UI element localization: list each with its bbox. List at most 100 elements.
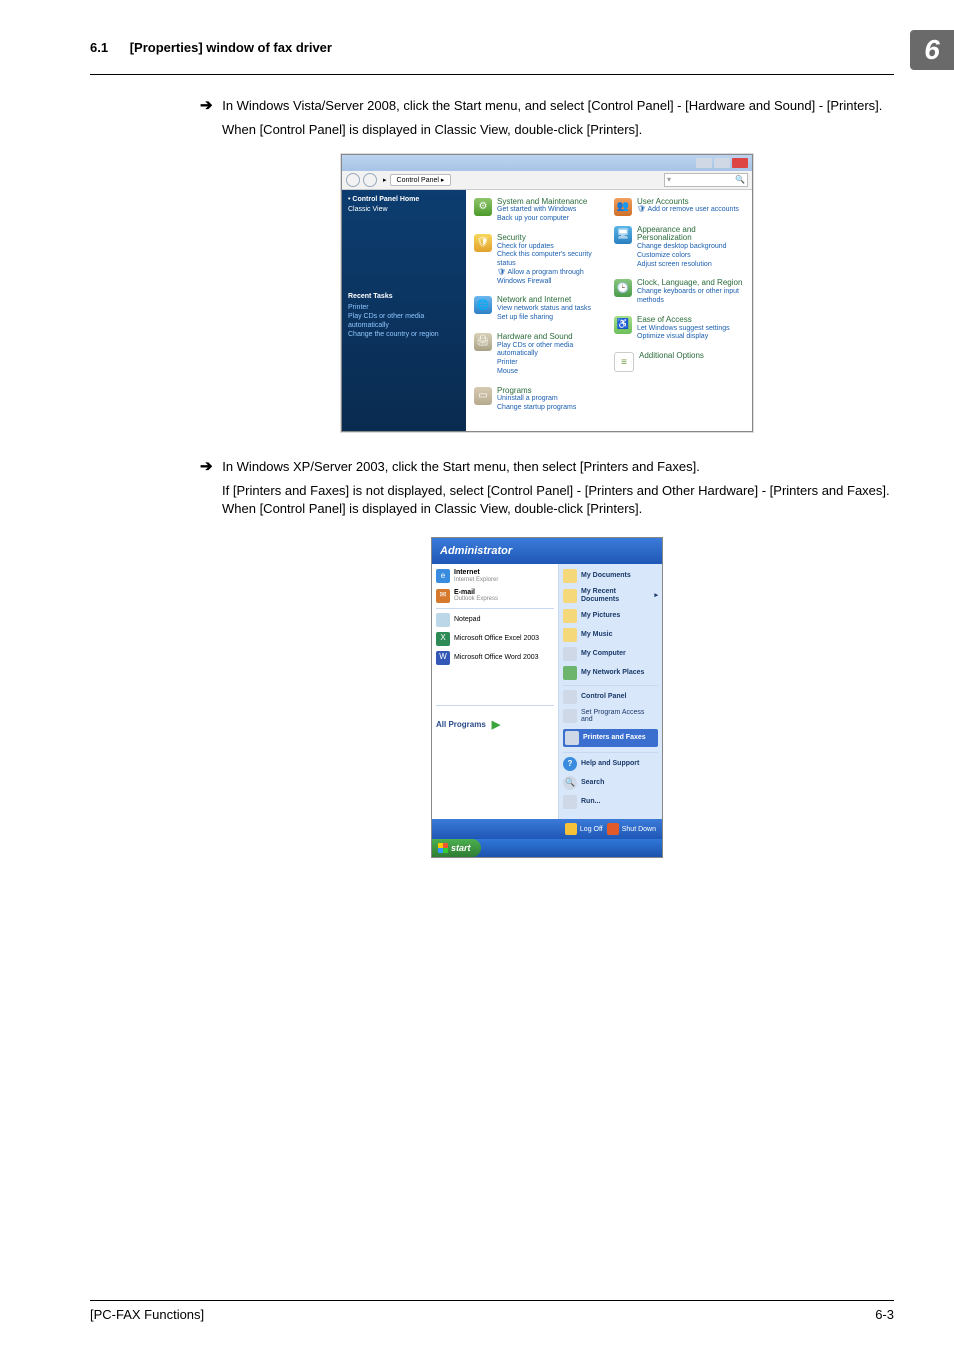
network-icon: [563, 666, 577, 680]
cp-sublink[interactable]: 🛡 Allow a program through Windows Firewa…: [497, 269, 604, 287]
all-programs-item[interactable]: All Programs▶: [436, 718, 554, 731]
sidebar-home[interactable]: • Control Panel Home: [348, 196, 460, 203]
word-icon: W: [436, 651, 450, 665]
spa-item[interactable]: Set Program Access and: [563, 709, 658, 724]
cp-sublink[interactable]: 🛡 Add or remove user accounts: [637, 206, 739, 215]
internet-item[interactable]: e InternetInternet Explorer: [436, 569, 554, 583]
footer-page: 6-3: [875, 1307, 894, 1322]
cp-sublink[interactable]: Change desktop background: [637, 243, 744, 252]
cp-sublink[interactable]: Customize colors: [637, 252, 744, 261]
cp-sublink[interactable]: Play CDs or other media automatically: [497, 342, 604, 360]
my-documents-item[interactable]: My Documents: [563, 569, 658, 583]
maximize-icon[interactable]: [714, 158, 730, 168]
cp-sublink[interactable]: Uninstall a program: [497, 395, 576, 404]
bullet1-sub: When [Control Panel] is displayed in Cla…: [200, 121, 894, 140]
cp-sublink[interactable]: Change startup programs: [497, 404, 576, 413]
shield-icon: 🛡: [474, 234, 492, 252]
programs-icon: ▭: [474, 387, 492, 405]
recent-task-link[interactable]: Printer: [348, 303, 460, 312]
cp-sublink[interactable]: Back up your computer: [497, 215, 587, 224]
cp-sublink[interactable]: Set up file sharing: [497, 314, 591, 323]
appearance-link[interactable]: Appearance and Personalization: [637, 226, 744, 244]
vista-control-panel-window: ▸ Control Panel ▸ ▾ 🔍 • Control Panel Ho…: [341, 154, 753, 432]
printers-faxes-item[interactable]: Printers and Faxes: [563, 729, 658, 747]
search-icon: 🔍: [563, 776, 577, 790]
bullet2-text: In Windows XP/Server 2003, click the Sta…: [222, 459, 700, 474]
control-panel-item[interactable]: Control Panel: [563, 690, 658, 704]
printer-icon: [565, 731, 579, 745]
network-link[interactable]: Network and Internet: [497, 296, 591, 305]
logoff-icon: [565, 823, 577, 835]
minimize-icon[interactable]: [696, 158, 712, 168]
excel-icon: X: [436, 632, 450, 646]
notepad-item[interactable]: Notepad: [436, 613, 554, 627]
computer-icon: [563, 647, 577, 661]
close-icon[interactable]: [732, 158, 748, 168]
folder-icon: [563, 589, 577, 603]
chevron-right-icon: ▶: [492, 718, 500, 731]
cp-sublink[interactable]: View network status and tasks: [497, 305, 591, 314]
clock-icon: 🕒: [614, 279, 632, 297]
recent-task-link[interactable]: Change the country or region: [348, 330, 460, 339]
xp-start-menu: Administrator e InternetInternet Explore…: [431, 537, 663, 858]
additional-icon: ≡: [614, 352, 634, 372]
run-icon: [563, 795, 577, 809]
clock-region-link[interactable]: Clock, Language, and Region: [637, 279, 744, 288]
breadcrumb[interactable]: Control Panel ▸: [390, 174, 452, 186]
cp-sublink[interactable]: Check this computer's security status: [497, 251, 604, 269]
xp-user-header: Administrator: [432, 538, 662, 564]
windows-logo-icon: [438, 843, 448, 853]
sidebar-classic-view[interactable]: Classic View: [348, 206, 460, 213]
cp-sublink[interactable]: Get started with Windows: [497, 206, 587, 215]
system-maintenance-link[interactable]: System and Maintenance: [497, 198, 587, 207]
help-item[interactable]: ?Help and Support: [563, 757, 658, 771]
run-item[interactable]: Run...: [563, 795, 658, 809]
security-link[interactable]: Security: [497, 234, 604, 243]
shutdown-icon: [607, 823, 619, 835]
cp-sublink[interactable]: Mouse: [497, 368, 604, 377]
system-icon: ⚙: [474, 198, 492, 216]
cp-sublink[interactable]: Printer: [497, 359, 604, 368]
my-computer-item[interactable]: My Computer: [563, 647, 658, 661]
section-title: [Properties] window of fax driver: [130, 40, 332, 55]
user-icon: 👥: [614, 198, 632, 216]
arrow-icon: ➔: [200, 458, 213, 475]
footer-left: [PC-FAX Functions]: [90, 1307, 204, 1322]
folder-icon: [563, 609, 577, 623]
search-item[interactable]: 🔍Search: [563, 776, 658, 790]
forward-icon[interactable]: [363, 173, 377, 187]
cp-sublink[interactable]: Change keyboards or other input methods: [637, 288, 744, 306]
arrow-icon: ➔: [200, 97, 213, 114]
notepad-icon: [436, 613, 450, 627]
shutdown-button[interactable]: Shut Down: [607, 823, 656, 835]
logoff-button[interactable]: Log Off: [565, 823, 603, 835]
start-button[interactable]: start: [432, 839, 481, 857]
my-pictures-item[interactable]: My Pictures: [563, 609, 658, 623]
cp-sublink[interactable]: Let Windows suggest settings: [637, 325, 730, 334]
cp-sublink[interactable]: Adjust screen resolution: [637, 261, 744, 270]
my-music-item[interactable]: My Music: [563, 628, 658, 642]
additional-options-link[interactable]: Additional Options: [639, 352, 704, 361]
network-places-item[interactable]: My Network Places: [563, 666, 658, 680]
help-icon: ?: [563, 757, 577, 771]
recent-docs-item[interactable]: My Recent Documents▸: [563, 588, 658, 603]
ease-access-icon: ♿: [614, 316, 632, 334]
cp-sublink[interactable]: Optimize visual display: [637, 333, 730, 342]
word-item[interactable]: W Microsoft Office Word 2003: [436, 651, 554, 665]
recent-tasks-title: Recent Tasks: [348, 293, 460, 300]
programs-link[interactable]: Programs: [497, 387, 576, 396]
recent-task-link[interactable]: Play CDs or other media automatically: [348, 312, 460, 330]
hardware-sound-link[interactable]: Hardware and Sound: [497, 333, 604, 342]
ie-icon: e: [436, 569, 450, 583]
email-item[interactable]: ✉ E-mailOutlook Express: [436, 589, 554, 603]
back-icon[interactable]: [346, 173, 360, 187]
cp-sublink[interactable]: Check for updates: [497, 243, 604, 252]
ease-access-link[interactable]: Ease of Access: [637, 316, 730, 325]
bullet2-sub: If [Printers and Faxes] is not displayed…: [200, 482, 894, 520]
search-icon: 🔍: [735, 175, 745, 184]
mail-icon: ✉: [436, 589, 450, 603]
printer-icon: 🖨: [474, 333, 492, 351]
excel-item[interactable]: X Microsoft Office Excel 2003: [436, 632, 554, 646]
search-input[interactable]: ▾ 🔍: [664, 173, 748, 187]
sidebar: • Control Panel Home Classic View Recent…: [342, 190, 466, 431]
